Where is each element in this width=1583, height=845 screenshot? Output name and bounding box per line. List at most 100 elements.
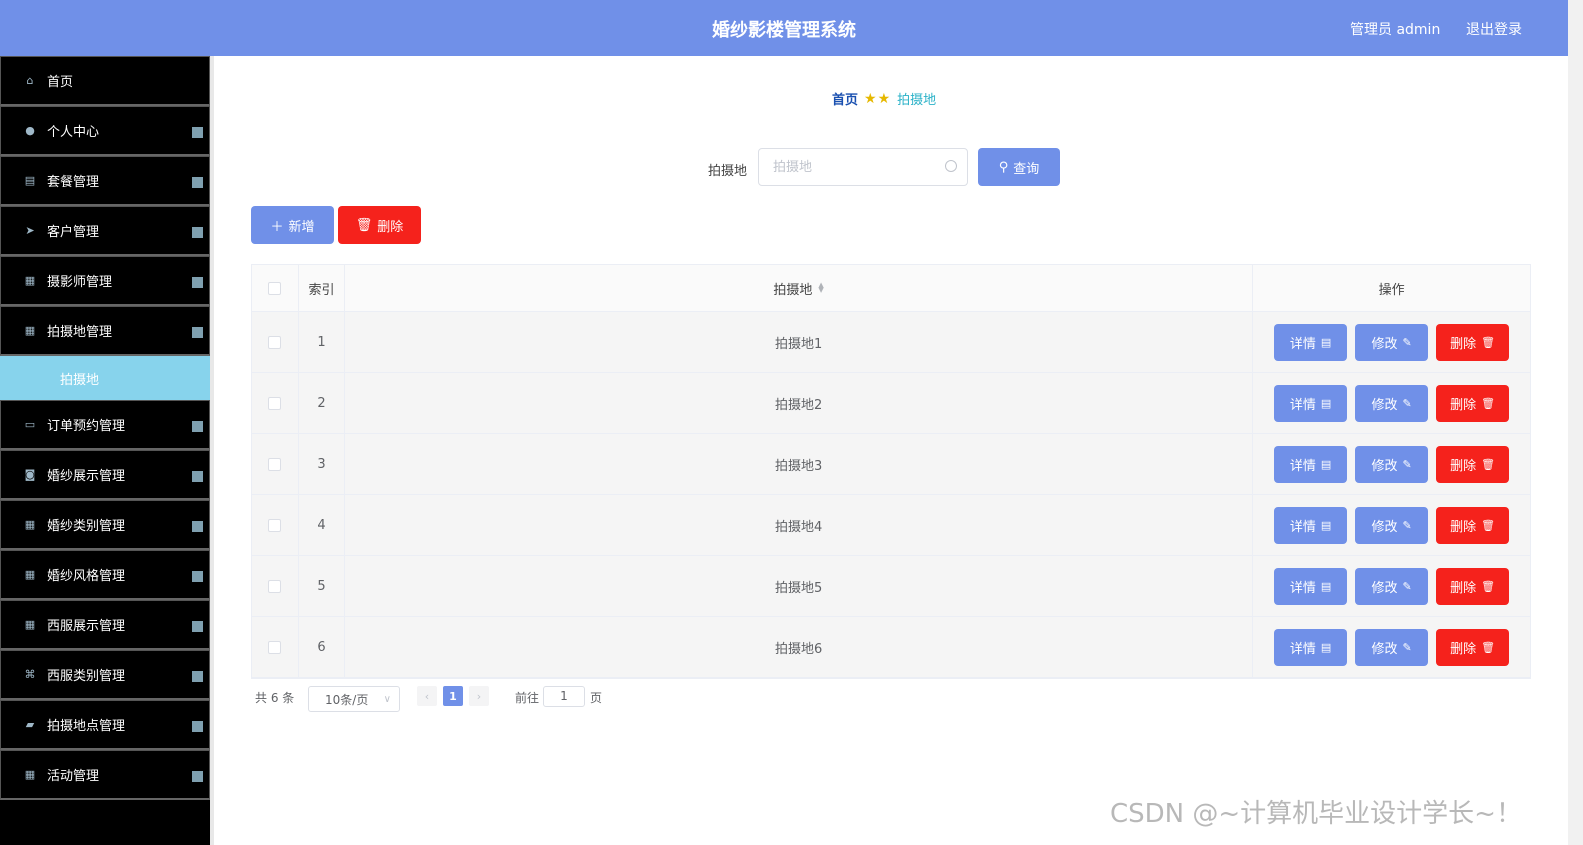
page-scrollbar[interactable] [1568,0,1583,845]
delete-button[interactable]: 删除 🗑 [1436,445,1510,483]
sidebar-item-label: 西服展示管理 [47,619,126,634]
detail-button-label: 详情 [1289,580,1316,596]
sidebar-item-label: 婚纱类别管理 [47,519,126,534]
sidebar-scrollbar[interactable] [210,56,214,845]
detail-button[interactable]: 详情 ▤ [1274,506,1348,544]
detail-button[interactable]: 详情 ▤ [1274,384,1348,422]
submenu-item-location[interactable]: 拍摄地 [0,356,210,400]
document-icon: ▤ [1320,579,1332,593]
sort-icon[interactable]: ▲ ▼ [818,282,823,294]
grid-icon: ▦ [24,618,36,631]
delete-button[interactable]: 删除 🗑 [1436,384,1510,422]
sidebar-item[interactable]: ▦ 西服展示管理 [0,600,210,650]
detail-button[interactable]: 详情 ▤ [1274,628,1348,666]
sidebar-item[interactable]: ● 个人中心 [0,106,210,156]
sidebar-item-label: 拍摄地管理 [47,325,113,340]
column-header-location[interactable]: 拍摄地 ▲ ▼ [345,265,1254,311]
sidebar-item[interactable]: ▦ 拍摄地管理 [0,306,210,356]
sidebar-item[interactable]: ▦ 活动管理 [0,750,210,800]
delete-button-label: 删除 [1450,458,1477,474]
row-checkbox[interactable] [268,335,282,349]
delete-button[interactable]: 删除 🗑 [1436,323,1510,361]
row-checkbox[interactable] [268,579,282,593]
add-button[interactable]: ＋ 新增 [251,206,334,244]
row-operations: 详情 ▤ 修改 ✎ 删除 🗑 [1253,556,1530,616]
sidebar-item[interactable]: ◙ 婚纱展示管理 [0,450,210,500]
data-table: 索引 拍摄地 ▲ ▼ 操作 1 拍摄地1 详情 ▤ 修改 ✎ 删除 🗑 2 拍摄地2 详情 ▤ 修改 ✎ 删除… [251,264,1531,679]
delete-button-label: 删除 [1450,519,1477,535]
submenu-item-label: 拍摄地 [60,372,100,388]
edit-button[interactable]: 修改 ✎ [1355,506,1429,544]
next-page-button[interactable]: › [469,686,489,706]
breadcrumb-current: 拍摄地 [897,93,937,108]
expand-icon [192,277,203,288]
delete-button-label: 删除 [1450,397,1477,413]
pagination-total: 共 6 条 [255,691,295,705]
search-input[interactable] [759,149,929,185]
grid-icon: ▦ [24,324,36,337]
goto-page-input[interactable]: 1 [543,686,585,707]
query-button-label: 查询 [1013,161,1040,177]
page-number-current[interactable]: 1 [443,686,463,706]
expand-icon [192,127,203,138]
edit-button[interactable]: 修改 ✎ [1355,323,1429,361]
expand-icon [192,771,203,782]
sidebar-item-label: 套餐管理 [47,175,100,190]
user-icon: ● [25,124,35,137]
row-checkbox[interactable] [268,640,282,654]
edit-button[interactable]: 修改 ✎ [1355,384,1429,422]
row-location: 拍摄地6 [345,617,1254,677]
batch-delete-button[interactable]: 🗑 删除 [338,206,421,244]
row-location: 拍摄地1 [345,312,1254,372]
row-checkbox[interactable] [268,457,282,471]
delete-button[interactable]: 删除 🗑 [1436,628,1510,666]
row-index: 6 [299,617,345,677]
expand-icon [192,177,203,188]
top-header: 婚纱影楼管理系统 管理员 admin 退出登录 [0,0,1568,56]
sidebar-item[interactable]: ▦ 摄影师管理 [0,256,210,306]
goto-prefix: 前往 [515,691,540,705]
select-all-checkbox[interactable] [268,281,282,295]
sidebar: ⌂ 首页 ● 个人中心 ▤ 套餐管理 ➤ 客户管理 ▦ 摄影师管理 ▦ 拍摄地管理 拍摄地 ▭ 订单预约管理… [0,56,210,845]
sidebar-item[interactable]: ➤ 客户管理 [0,206,210,256]
edit-button[interactable]: 修改 ✎ [1355,567,1429,605]
detail-button[interactable]: 详情 ▤ [1274,567,1348,605]
document-icon: ▤ [1320,335,1332,349]
breadcrumb-home[interactable]: 首页 [832,89,858,108]
trash-icon: 🗑 [1481,396,1496,410]
detail-button[interactable]: 详情 ▤ [1274,445,1348,483]
row-index: 5 [299,556,345,616]
sidebar-item-label: 婚纱展示管理 [47,469,126,484]
sidebar-item[interactable]: ▦ 婚纱风格管理 [0,550,210,600]
document-icon: ▤ [1320,396,1332,410]
logout-link[interactable]: 退出登录 [1466,19,1522,39]
prev-page-button[interactable]: ‹ [417,686,437,706]
edit-button[interactable]: 修改 ✎ [1355,628,1429,666]
delete-button[interactable]: 删除 🗑 [1436,567,1510,605]
expand-icon [192,421,203,432]
sidebar-item[interactable]: ▦ 婚纱类别管理 [0,500,210,550]
page-size-select[interactable]: 10条/页 ∨ [308,686,400,712]
sidebar-item[interactable]: ▰ 拍摄地点管理 [0,700,210,750]
row-operations: 详情 ▤ 修改 ✎ 删除 🗑 [1253,495,1530,555]
row-checkbox[interactable] [268,396,282,410]
delete-button-label: 删除 [1450,336,1477,352]
detail-button[interactable]: 详情 ▤ [1274,323,1348,361]
sidebar-item-label: 摄影师管理 [47,275,113,290]
edit-button[interactable]: 修改 ✎ [1355,445,1429,483]
sidebar-item[interactable]: ▭ 订单预约管理 [0,400,210,450]
row-location: 拍摄地4 [345,495,1254,555]
pencil-icon: ✎ [1402,640,1412,654]
pencil-icon: ✎ [1402,396,1412,410]
row-checkbox[interactable] [268,518,282,532]
camera-icon: ◙ [24,468,36,481]
edit-button-label: 修改 [1371,580,1398,596]
delete-button[interactable]: 删除 🗑 [1436,506,1510,544]
sidebar-item[interactable]: ⌘ 西服类别管理 [0,650,210,700]
query-button[interactable]: ⚲ 查询 [978,148,1060,186]
expand-icon [192,471,203,482]
trash-icon: 🗑 [1481,335,1496,349]
table-row: 1 拍摄地1 详情 ▤ 修改 ✎ 删除 🗑 [252,312,1530,373]
sidebar-item[interactable]: ▤ 套餐管理 [0,156,210,206]
sidebar-item[interactable]: ⌂ 首页 [0,56,210,106]
